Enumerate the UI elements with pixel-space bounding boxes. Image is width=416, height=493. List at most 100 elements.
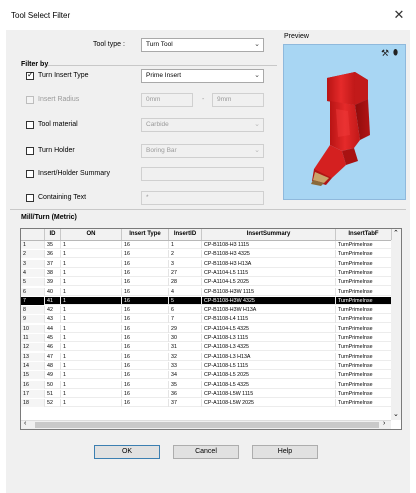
- insert-radius-max-input[interactable]: 9mm: [212, 93, 264, 107]
- table-row[interactable]: 7 41 1 16 5 CP-B1108-H3W 4325 TurnPrimeInse: [21, 296, 401, 305]
- cell-on: 1: [61, 352, 122, 361]
- cell-insert-type: 16: [122, 250, 169, 259]
- row-index: 3: [21, 259, 45, 268]
- turn-insert-type-select[interactable]: Prime Insert ⌄: [141, 69, 264, 83]
- ok-button[interactable]: OK: [94, 445, 160, 459]
- cell-id: 43: [45, 315, 61, 324]
- table-row[interactable]: 16 50 1 16 35 CP-A1108-L5 4325 TurnPrimeInse: [21, 380, 401, 389]
- table-row[interactable]: 17 51 1 16 36 CP-A1108-L5W 1115 TurnPrimeInse: [21, 389, 401, 398]
- table-row[interactable]: 15 49 1 16 34 CP-A1108-L5 2025 TurnPrimeInse: [21, 371, 401, 380]
- insert-radius-separator: -: [202, 96, 205, 103]
- close-icon[interactable]: ✕: [388, 6, 410, 24]
- tool-icon[interactable]: ⚒: [381, 48, 389, 59]
- scroll-up-icon[interactable]: ⌃: [393, 229, 399, 237]
- cell-id: 37: [45, 259, 61, 268]
- help-button[interactable]: Help: [252, 445, 318, 459]
- cell-insert-tab: TurnPrimeInse: [336, 361, 392, 370]
- row-index: 15: [21, 371, 45, 380]
- cell-insert-id: 34: [169, 371, 202, 380]
- column-header-on[interactable]: ON: [61, 229, 122, 240]
- row-index: 17: [21, 389, 45, 398]
- horizontal-scrollbar[interactable]: ‹ ›: [21, 420, 391, 429]
- cell-insert-tab: TurnPrimeInse: [336, 287, 392, 296]
- tool-preview-image: [311, 72, 370, 186]
- column-header-insert-type[interactable]: Insert Type: [122, 229, 169, 240]
- table-row[interactable]: 12 46 1 16 31 CP-A1108-L3 4325 TurnPrimeInse: [21, 343, 401, 352]
- pin-icon[interactable]: ⬮: [393, 48, 398, 58]
- table-row[interactable]: 10 44 1 16 29 CP-A1104-L5 4325 TurnPrimeInse: [21, 324, 401, 333]
- filter-by-divider: [47, 65, 277, 66]
- insert-holder-summary-checkbox[interactable]: [26, 170, 34, 178]
- turn-holder-checkbox[interactable]: [26, 147, 34, 155]
- table-row[interactable]: 11 45 1 16 30 CP-A1108-L3 1115 TurnPrimeInse: [21, 334, 401, 342]
- cell-on: 1: [61, 380, 122, 389]
- column-header[interactable]: [21, 229, 45, 240]
- tool-type-select[interactable]: Turn Tool ⌄: [141, 38, 264, 52]
- containing-text-checkbox[interactable]: [26, 194, 34, 202]
- table-row[interactable]: 4 38 1 16 27 CP-A1104-L5 1115 TurnPrimeInse: [21, 268, 401, 277]
- cell-insert-tab: TurnPrimeInse: [336, 334, 392, 342]
- cell-id: 52: [45, 399, 61, 408]
- table-row[interactable]: 1 35 1 16 1 CP-B1108-H3 1115 TurnPrimeInse: [21, 241, 401, 249]
- cell-insert-type: 16: [122, 352, 169, 361]
- containing-text-input[interactable]: *: [141, 191, 264, 205]
- cell-insert-type: 16: [122, 343, 169, 352]
- row-index: 9: [21, 315, 45, 324]
- insert-radius-checkbox[interactable]: [26, 96, 34, 104]
- turn-holder-select[interactable]: Boring Bar ⌄: [141, 144, 264, 158]
- column-header-insert-id[interactable]: InsertID: [169, 229, 202, 240]
- cell-insert-id: 35: [169, 380, 202, 389]
- cell-insert-type: 16: [122, 334, 169, 342]
- scroll-down-icon[interactable]: ⌄: [393, 410, 399, 418]
- cell-on: 1: [61, 371, 122, 380]
- cell-insert-summary: CP-A1104-L5 1115: [202, 268, 336, 277]
- scroll-right-icon[interactable]: ›: [383, 420, 385, 427]
- table-row[interactable]: 8 42 1 16 6 CP-B1108-H3W H13A TurnPrimeInse: [21, 306, 401, 315]
- cell-insert-id: 3: [169, 259, 202, 268]
- cell-id: 38: [45, 268, 61, 277]
- row-index: 13: [21, 352, 45, 361]
- tool-material-select[interactable]: Carbide ⌄: [141, 118, 264, 132]
- cell-insert-id: 32: [169, 352, 202, 361]
- cell-insert-tab: TurnPrimeInse: [336, 296, 392, 305]
- column-header-insert-tab[interactable]: InsertTabF: [336, 229, 392, 240]
- cell-insert-id: 1: [169, 241, 202, 249]
- table-row[interactable]: 6 40 1 16 4 CP-B1108-H3W 1115 TurnPrimeInse: [21, 287, 401, 296]
- turn-insert-type-checkbox[interactable]: [26, 70, 34, 80]
- row-index: 10: [21, 324, 45, 333]
- table-section-heading: Mill/Turn (Metric): [21, 214, 77, 221]
- insert-radius-min-input[interactable]: 0mm: [141, 93, 193, 107]
- scroll-left-icon[interactable]: ‹: [24, 420, 26, 427]
- cell-insert-summary: CP-B1108-H3 4325: [202, 250, 336, 259]
- insert-holder-summary-input[interactable]: [141, 167, 264, 181]
- row-index: 16: [21, 380, 45, 389]
- table-row[interactable]: 14 48 1 16 33 CP-A1108-L5 1115 TurnPrimeInse: [21, 361, 401, 370]
- table-row[interactable]: 3 37 1 16 3 CP-B1108-H3 H13A TurnPrimeInse: [21, 259, 401, 268]
- cell-on: 1: [61, 296, 122, 305]
- cell-insert-id: 37: [169, 399, 202, 408]
- cell-id: 49: [45, 371, 61, 380]
- cancel-button[interactable]: Cancel: [173, 445, 239, 459]
- table-row[interactable]: 2 36 1 16 2 CP-B1108-H3 4325 TurnPrimeInse: [21, 250, 401, 259]
- cell-insert-summary: CP-A1104-L5 4325: [202, 324, 336, 333]
- cell-id: 48: [45, 361, 61, 370]
- tool-material-checkbox[interactable]: [26, 121, 34, 129]
- cell-id: 51: [45, 389, 61, 398]
- table-row[interactable]: 18 52 1 16 37 CP-A1108-L5W 2025 TurnPrimeInse: [21, 399, 401, 408]
- column-header-id[interactable]: ID: [45, 229, 61, 240]
- column-header-insert-summary[interactable]: InsertSummary: [202, 229, 336, 240]
- cell-id: 35: [45, 241, 61, 249]
- vertical-scrollbar[interactable]: ⌃ ⌄: [391, 230, 401, 420]
- table-row[interactable]: 13 47 1 16 32 CP-A1108-L3 H13A TurnPrimeInse: [21, 352, 401, 361]
- cell-insert-summary: CP-B1108-H3W 1115: [202, 287, 336, 296]
- table-row[interactable]: 5 39 1 16 28 CP-A1104-L5 2025 TurnPrimeInse: [21, 278, 401, 287]
- cell-insert-type: 16: [122, 399, 169, 408]
- filter-by-heading: Filter by: [21, 61, 49, 68]
- horizontal-scroll-thumb[interactable]: [35, 422, 379, 428]
- cell-insert-summary: CP-A1108-L5 1115: [202, 361, 336, 370]
- table-row[interactable]: 9 43 1 16 7 CP-B1108-L4 1115 TurnPrimeInse: [21, 315, 401, 324]
- cell-insert-summary: CP-A1108-L5W 2025: [202, 399, 336, 408]
- cell-insert-id: 27: [169, 268, 202, 277]
- results-table[interactable]: ID ON Insert Type InsertID InsertSummary…: [20, 228, 402, 430]
- cell-insert-summary: CP-A1104-L5 2025: [202, 278, 336, 287]
